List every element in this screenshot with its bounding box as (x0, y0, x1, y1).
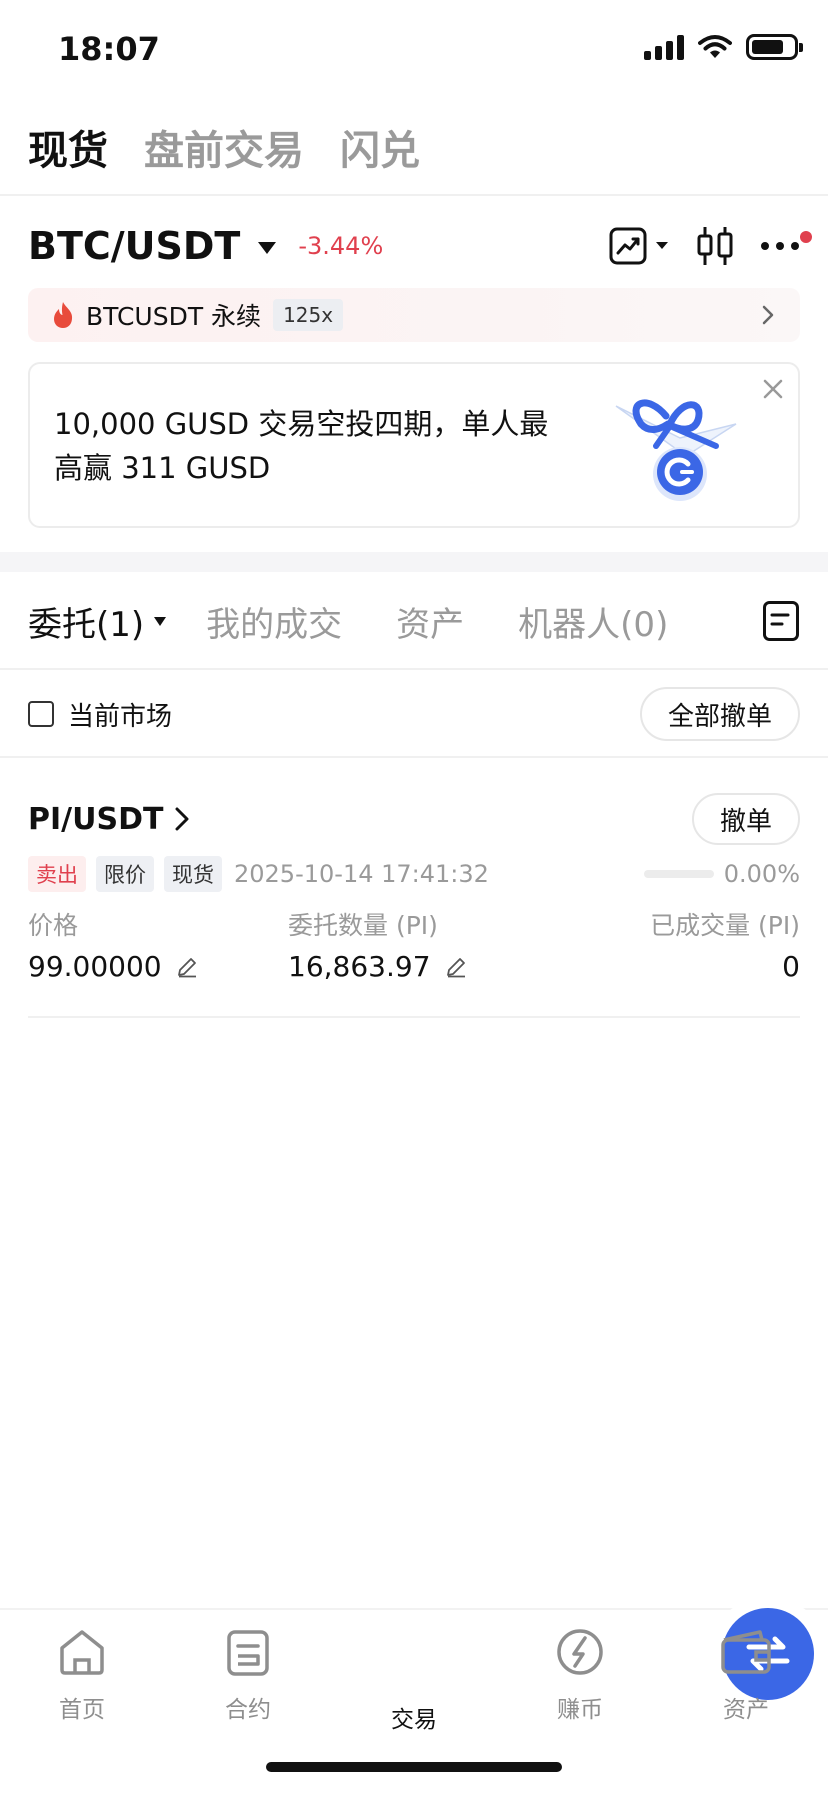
leverage-badge: 125x (273, 299, 344, 331)
pair-actions (608, 225, 812, 267)
order-item: PI/USDT 撤单 卖出 限价 现货 2025-10-14 17:41:32 … (28, 790, 800, 1016)
tab-open-orders[interactable]: 委托(1) (28, 597, 167, 646)
tab-open-orders-label: 委托(1) (28, 604, 145, 645)
filter-row: 当前市场 全部撤单 (28, 686, 800, 742)
chevron-down-icon (656, 242, 668, 249)
close-icon[interactable] (762, 378, 784, 400)
home-icon (60, 1630, 104, 1675)
home-indicator (266, 1762, 562, 1772)
tab-pre-market[interactable]: 盘前交易 (144, 118, 304, 176)
nav-home-label: 首页 (59, 1697, 105, 1723)
notification-dot (800, 231, 812, 243)
status-icons (644, 34, 803, 60)
tab-spot[interactable]: 现货 (28, 118, 108, 176)
filled-value: 0 (782, 950, 800, 983)
perpetual-banner[interactable]: BTCUSDT 永续 125x (28, 288, 800, 342)
nav-trade-label: 交易 (391, 1707, 437, 1733)
status-bar: 18:07 (0, 0, 828, 100)
caret-down-icon[interactable] (258, 242, 277, 254)
wifi-icon (698, 35, 732, 58)
gift-coin-icon (615, 399, 737, 501)
nav-home[interactable]: 首页 (22, 1626, 142, 1724)
contract-icon (227, 1630, 269, 1676)
wallet-icon (721, 1630, 771, 1674)
edit-amount-icon[interactable] (445, 956, 467, 978)
nav-contract[interactable]: 合约 (188, 1626, 308, 1724)
fill-percent: 0.00% (723, 860, 800, 888)
order-time: 2025-10-14 17:41:32 (234, 860, 489, 888)
side-tag: 卖出 (28, 856, 86, 892)
nav-assets-label: 资产 (723, 1697, 769, 1723)
chevron-right-icon[interactable] (175, 807, 189, 831)
section-separator (0, 552, 828, 572)
price-value: 99.00000 (28, 950, 162, 983)
tab-my-trades[interactable]: 我的成交 (206, 597, 342, 646)
price-label: 价格 (28, 911, 79, 940)
perpetual-label: BTCUSDT 永续 (86, 302, 262, 331)
candlestick-button[interactable] (696, 225, 734, 267)
earn-icon (557, 1629, 603, 1675)
pair-header: BTC/USDT -3.44% (28, 220, 812, 272)
market-tag: 现货 (164, 856, 222, 892)
cellular-signal-icon (644, 34, 684, 60)
tab-bots[interactable]: 机器人(0) (518, 597, 668, 646)
nav-contract-label: 合约 (225, 1697, 271, 1723)
status-time: 18:07 (58, 30, 160, 68)
order-pair[interactable]: PI/USDT (28, 802, 163, 837)
cancel-all-button[interactable]: 全部撤单 (639, 687, 800, 741)
cancel-order-button[interactable]: 撤单 (691, 793, 800, 845)
tab-flash-swap[interactable]: 闪兑 (340, 118, 420, 176)
chart-icon (609, 227, 647, 265)
nav-earn[interactable]: 赚币 (520, 1626, 640, 1724)
nav-assets[interactable]: 资产 (686, 1626, 806, 1724)
chart-button[interactable] (608, 226, 670, 266)
order-history-icon[interactable] (762, 600, 800, 642)
fill-progress: 0.00% (643, 860, 800, 888)
divider (0, 194, 828, 196)
pair-selector[interactable]: BTC/USDT (28, 224, 240, 268)
chevron-right-icon (762, 305, 774, 325)
tab-assets[interactable]: 资产 (396, 597, 464, 646)
divider (0, 756, 828, 758)
candlestick-icon (697, 227, 733, 265)
filled-label: 已成交量 (PI) (650, 911, 800, 940)
current-market-label: 当前市场 (68, 701, 173, 732)
order-tabs: 委托(1) 我的成交 资产 机器人(0) (28, 596, 800, 646)
battery-icon (746, 34, 803, 60)
nav-trade[interactable]: 交易 (354, 1608, 814, 1734)
fire-icon (54, 302, 73, 328)
amount-value: 16,863.97 (288, 950, 431, 983)
top-tabs: 现货 盘前交易 闪兑 (28, 118, 420, 176)
more-icon (761, 242, 799, 250)
caret-down-icon (154, 616, 167, 626)
current-market-checkbox[interactable] (28, 701, 54, 727)
divider (28, 1016, 800, 1018)
edit-price-icon[interactable] (176, 956, 198, 978)
divider (0, 668, 828, 670)
nav-earn-label: 赚币 (557, 1697, 603, 1723)
pair-change: -3.44% (298, 232, 384, 260)
promo-text: 10,000 GUSD 交易空投四期，单人最高赢 311 GUSD (54, 407, 549, 485)
progress-bar (643, 870, 714, 878)
promo-card[interactable]: 10,000 GUSD 交易空投四期，单人最高赢 311 GUSD (28, 362, 800, 528)
order-type-tag: 限价 (96, 856, 154, 892)
more-button[interactable] (760, 231, 812, 251)
amount-label: 委托数量 (PI) (288, 911, 438, 940)
